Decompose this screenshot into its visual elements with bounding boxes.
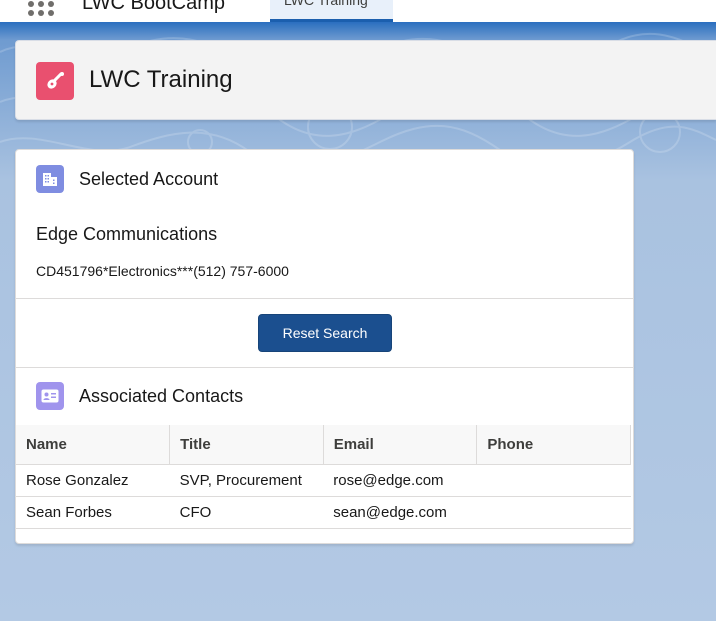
reset-search-button[interactable]: Reset Search xyxy=(258,314,392,352)
guitar-icon xyxy=(36,62,74,100)
column-header-title[interactable]: Title xyxy=(169,425,324,465)
divider xyxy=(16,298,633,299)
account-card: Selected Account Edge Communications CD4… xyxy=(15,149,634,544)
app-launcher-icon[interactable] xyxy=(28,0,56,16)
account-details: CD451796*Electronics***(512) 757-6000 xyxy=(36,263,289,279)
associated-contacts-title: Associated Contacts xyxy=(79,386,244,406)
cell-phone xyxy=(476,464,631,497)
column-header-email[interactable]: Email xyxy=(323,425,478,465)
contacts-table: Name Title Email Phone Rose Gonzalez SVP… xyxy=(16,425,631,529)
page-header: LWC Training xyxy=(15,40,716,120)
associated-contacts-header: Associated Contacts xyxy=(36,382,243,410)
selected-account-title: Selected Account xyxy=(79,169,219,189)
column-header-name[interactable]: Name xyxy=(16,425,171,465)
global-nav: LWC BootCamp LWC Training xyxy=(0,0,716,22)
cell-title: SVP, Procurement xyxy=(169,464,324,497)
column-header-phone[interactable]: Phone xyxy=(476,425,631,465)
cell-title: CFO xyxy=(169,496,324,529)
page-title: LWC Training xyxy=(89,66,233,93)
cell-phone xyxy=(476,496,631,529)
app-name: LWC BootCamp xyxy=(82,0,226,14)
cell-name: Rose Gonzalez xyxy=(16,464,170,497)
cell-email: rose@edge.com xyxy=(323,464,477,497)
table-row: Sean Forbes CFO sean@edge.com xyxy=(16,496,631,529)
table-row: Rose Gonzalez SVP, Procurement rose@edge… xyxy=(16,464,631,497)
cell-name: Sean Forbes xyxy=(16,496,170,529)
building-icon xyxy=(36,165,64,193)
cell-email: sean@edge.com xyxy=(323,496,477,529)
contact-card-icon xyxy=(36,382,64,410)
nav-tab-lwc-training[interactable]: LWC Training xyxy=(270,0,393,22)
account-name: Edge Communications xyxy=(36,224,218,244)
selected-account-header: Selected Account xyxy=(36,165,218,193)
divider xyxy=(16,367,633,368)
nav-tab-label: LWC Training xyxy=(284,0,368,8)
table-header-row: Name Title Email Phone xyxy=(16,425,631,465)
